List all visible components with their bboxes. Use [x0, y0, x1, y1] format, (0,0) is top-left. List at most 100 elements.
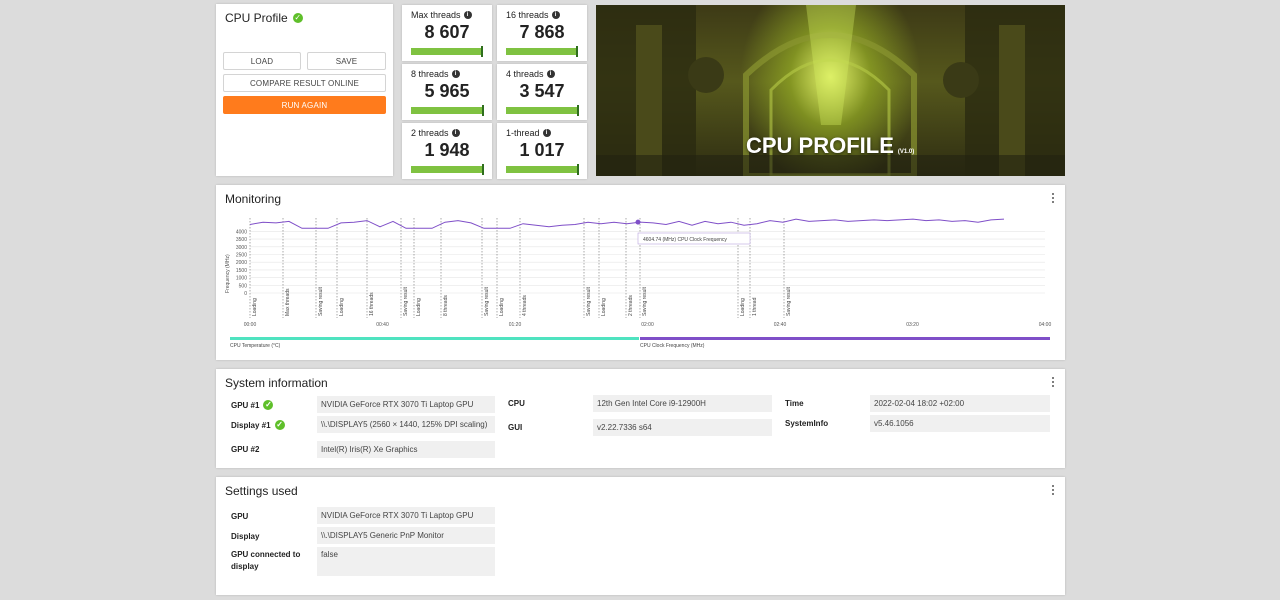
y-tick-label: 2500 — [236, 253, 247, 259]
x-tick-label: 00:40 — [376, 322, 389, 328]
cpu-value: 12th Gen Intel Core i9-12900H — [593, 395, 772, 412]
settings-gpu-value: NVIDIA GeForce RTX 3070 Ti Laptop GPU — [317, 507, 495, 524]
score-bar-fill — [411, 166, 482, 173]
system-info-panel: System information GPU #1 ✓ NVIDIA GeForc… — [216, 369, 1065, 468]
time-key: Time — [785, 399, 804, 408]
x-tick-label: 03:20 — [906, 322, 919, 328]
gpu1-value: NVIDIA GeForce RTX 3070 Ti Laptop GPU — [317, 396, 495, 413]
score-value: 7 868 — [519, 22, 565, 42]
clock-legend-bar — [640, 337, 1050, 340]
y-tick-label: 3000 — [236, 245, 247, 251]
score-bar-marker — [481, 164, 484, 175]
monitoring-panel: Monitoring 4000 3500 3000 2500 2000 1500 1000 5… — [216, 185, 1065, 360]
y-tick-label: 1000 — [236, 276, 247, 282]
systeminfo-key: SystemInfo — [785, 419, 829, 428]
systeminfo-value: v5.46.1056 — [870, 415, 1050, 432]
settings-gpu-connected-value: false — [317, 547, 495, 576]
settings-title: Settings used — [225, 484, 298, 498]
gpu2-key: GPU #2 — [231, 445, 260, 454]
profile-panel: CPU Profile ✓ LOAD SAVE COMPARE RESULT O… — [216, 4, 393, 176]
score-bar — [411, 46, 483, 57]
settings-display-value: \\.\DISPLAY5 Generic PnP Monitor — [317, 527, 495, 544]
info-icon[interactable]: i — [546, 70, 555, 78]
event-marker-label: Saving result — [484, 286, 490, 316]
score-bar — [411, 105, 484, 116]
score-label: 1-thread i — [506, 128, 551, 138]
score-tile[interactable]: 2 threads i 1 948 — [402, 123, 492, 179]
time-value: 2022-02-04 18:02 +02:00 — [870, 395, 1050, 412]
gui-value: v2.22.7336 s64 — [593, 419, 772, 436]
score-label: 2 threads i — [411, 128, 460, 138]
compare-result-online-button[interactable]: COMPARE RESULT ONLINE — [223, 74, 386, 92]
x-tick-label: 01:20 — [509, 322, 522, 328]
score-bar — [506, 46, 578, 57]
info-icon[interactable]: i — [542, 129, 551, 137]
temperature-legend-bar — [230, 337, 639, 340]
system-info-title: System information — [225, 376, 328, 390]
score-bar-marker — [480, 46, 483, 57]
monitoring-chart: 4000 3500 3000 25002000 1500 1000500 0 Frequenc… — [225, 218, 1051, 328]
event-marker-label: Loading — [416, 298, 422, 316]
hero-title: CPU PROFILE (V1.0) — [746, 133, 915, 158]
score-bar-fill — [411, 107, 482, 114]
gui-key: GUI — [508, 423, 523, 432]
score-tile[interactable]: 8 threads i 5 965 — [402, 64, 492, 120]
save-button[interactable]: SAVE — [307, 52, 386, 70]
x-tick-label: 02:00 — [641, 322, 654, 328]
score-label: 4 threads i — [506, 69, 555, 79]
score-tile[interactable]: 1-thread i 1 017 — [497, 123, 587, 179]
event-marker-label: Saving result — [786, 286, 792, 316]
score-label: 8 threads i — [411, 69, 460, 79]
gpu2-value: Intel(R) Iris(R) Xe Graphics — [317, 441, 495, 458]
profile-title: CPU Profile ✓ — [225, 11, 303, 25]
info-icon[interactable]: i — [451, 129, 460, 137]
info-icon[interactable]: i — [451, 70, 460, 78]
check-icon: ✓ — [292, 13, 303, 23]
settings-gpu-connected-key: GPU connected to display — [231, 550, 301, 571]
more-options-icon[interactable] — [1052, 485, 1055, 497]
y-tick-label: 3500 — [236, 237, 247, 243]
info-icon[interactable]: i — [551, 11, 560, 19]
x-tick-label: 02:40 — [774, 322, 787, 328]
event-marker-label: 2 threads — [628, 295, 634, 316]
score-label: 16 threads i — [506, 10, 560, 20]
event-marker-label: Loading — [740, 298, 746, 316]
temperature-legend-label: CPU Temperature (°C) — [230, 343, 281, 349]
score-bar-fill — [411, 48, 481, 55]
check-icon: ✓ — [263, 400, 274, 410]
score-tile[interactable]: 16 threads i 7 868 — [497, 5, 587, 61]
score-tile[interactable]: Max threads i 8 607 — [402, 5, 492, 61]
score-label: Max threads i — [411, 10, 472, 20]
more-options-icon[interactable] — [1052, 377, 1055, 389]
check-icon: ✓ — [274, 420, 285, 430]
gpu1-key: GPU #1 ✓ — [231, 400, 274, 410]
display1-value: \\.\DISPLAY5 (2560 × 1440, 125% DPI scal… — [317, 416, 495, 433]
tooltip-text: 4604.74 (MHz) CPU Clock Frequency — [643, 237, 727, 243]
load-button[interactable]: LOAD — [223, 52, 301, 70]
score-bar — [506, 164, 579, 175]
event-marker-label: Saving result — [642, 286, 648, 316]
score-tile[interactable]: 4 threads i 3 547 — [497, 64, 587, 120]
y-tick-label: 500 — [239, 283, 248, 289]
y-tick-label: 2000 — [236, 260, 247, 266]
score-bar-fill — [506, 166, 577, 173]
score-bar-marker — [481, 105, 484, 116]
event-marker-label: Saving result — [403, 286, 409, 316]
score-value: 3 547 — [519, 81, 565, 101]
event-marker-label: Loading — [601, 298, 607, 316]
clock-frequency-line — [249, 218, 1005, 229]
score-bar-marker — [576, 164, 579, 175]
score-value: 1 017 — [519, 140, 565, 160]
cpu-key: CPU — [508, 399, 525, 408]
event-marker-label: 8 threads — [443, 295, 449, 316]
event-marker-label: Max threads — [285, 288, 291, 316]
display1-key: Display #1 ✓ — [231, 420, 285, 430]
score-value: 5 965 — [424, 81, 470, 101]
run-again-button[interactable]: RUN AGAIN — [223, 96, 386, 114]
event-marker-label: Loading — [339, 298, 345, 316]
hero-banner: CPU PROFILE (V1.0) — [596, 5, 1065, 176]
info-icon[interactable]: i — [463, 11, 472, 19]
event-marker-label: Loading — [499, 298, 505, 316]
event-marker-label: 4 threads — [522, 295, 528, 316]
settings-gpu-key: GPU — [231, 512, 249, 521]
